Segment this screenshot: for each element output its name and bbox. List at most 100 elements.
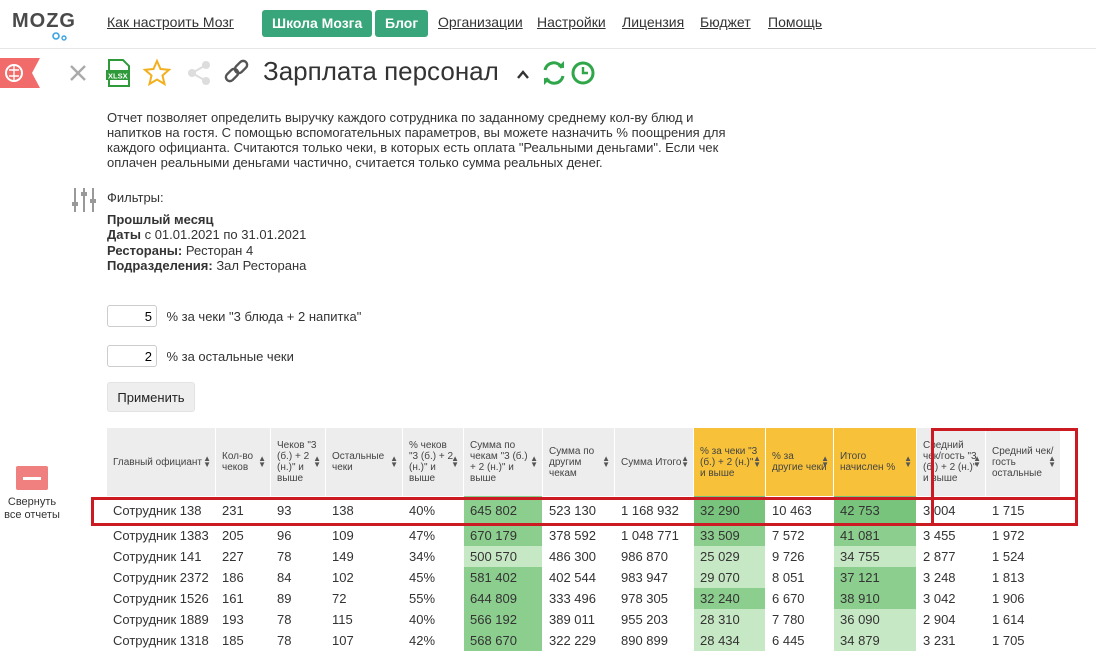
cell-total-percent: 34 879 <box>833 630 917 651</box>
cell-sum-3-2: 670 179 <box>463 525 543 546</box>
filters-panel: Фильтры: Прошлый месяц Даты с 01.01.2021… <box>107 190 306 274</box>
cell-checks-3-2: 78 <box>270 546 326 567</box>
filters-icon[interactable] <box>70 186 98 214</box>
chevron-up-icon <box>517 70 529 79</box>
nav-link-organizations[interactable]: Организации <box>438 14 523 30</box>
filter-divisions-label: Подразделения: <box>107 258 213 273</box>
filter-divisions-value: Зал Ресторана <box>212 258 307 273</box>
cell-checks-3-2: 89 <box>270 588 326 609</box>
cell-percent-3-2: 32 240 <box>693 588 766 609</box>
mozg-logo[interactable]: MOZG <box>12 8 75 41</box>
cell-employee: Сотрудник 2372 <box>107 567 216 588</box>
column-header[interactable]: Итого начислен % ▲ ▼ <box>833 428 917 496</box>
cell-avg-other: 1 705 <box>985 630 1061 651</box>
main-checks-percent-input[interactable] <box>107 305 157 327</box>
history-button[interactable] <box>570 58 598 88</box>
cell-sum-3-2: 568 670 <box>463 630 543 651</box>
column-header[interactable]: Кол-во чеков ▲ ▼ <box>215 428 271 496</box>
table-row: Сотрудник 1383 205 96 109 47% 670 179 37… <box>107 525 1061 546</box>
collapse-all-reports-button[interactable]: Свернуть все отчеты <box>0 466 64 522</box>
report-description: Отчет позволяет определить выручку каждо… <box>107 110 726 170</box>
cell-sum-3-2: 581 402 <box>463 567 543 588</box>
brain-menu-flag[interactable] <box>0 58 40 88</box>
cell-percent-checks: 42% <box>402 630 464 651</box>
close-report-button[interactable] <box>68 58 88 88</box>
refresh-icon <box>543 61 565 85</box>
cell-total-percent: 38 910 <box>833 588 917 609</box>
table-row: Сотрудник 1318 185 78 107 42% 568 670 32… <box>107 630 1061 651</box>
cell-checks: 185 <box>215 630 271 651</box>
cell-sum-total: 978 305 <box>614 588 694 609</box>
column-header[interactable]: % за другие чеки ▲ ▼ <box>765 428 834 496</box>
cell-other-checks: 109 <box>325 525 403 546</box>
param-main-checks: % за чеки "3 блюда + 2 напитка" <box>107 305 361 329</box>
copy-link-button[interactable] <box>222 58 252 88</box>
cell-avg-other: 1 524 <box>985 546 1061 567</box>
cell-avg-3-2: 2 877 <box>916 546 986 567</box>
nav-link-settings[interactable]: Настройки <box>537 14 606 30</box>
nav-link-budget[interactable]: Бюджет <box>700 14 751 30</box>
cell-checks: 227 <box>215 546 271 567</box>
column-header[interactable]: Сумма Итого ▲ ▼ <box>614 428 694 496</box>
cell-percent-other: 7 572 <box>765 525 834 546</box>
cell-employee: Сотрудник 1889 <box>107 609 216 630</box>
close-icon <box>70 65 86 81</box>
cell-total-percent: 36 090 <box>833 609 917 630</box>
top-navigation-bar: MOZG Как настроить Мозг Школа Мозга Блог… <box>0 0 1096 49</box>
favorite-button[interactable] <box>142 58 172 88</box>
highlight-row-annotation <box>91 497 1078 526</box>
cell-percent-other: 9 726 <box>765 546 834 567</box>
column-header[interactable]: Чеков "3 (б.) + 2 (н.)" и выше ▲ ▼ <box>270 428 326 496</box>
cell-percent-checks: 47% <box>402 525 464 546</box>
cell-percent-checks: 45% <box>402 567 464 588</box>
cell-percent-checks: 55% <box>402 588 464 609</box>
column-header[interactable]: Сумма по чекам "3 (б.) + 2 (н.)" и выше ▲… <box>463 428 543 496</box>
share-icon <box>188 61 210 85</box>
report-title: Зарплата персонал <box>263 56 499 86</box>
nav-link-help[interactable]: Помощь <box>768 14 822 30</box>
clock-icon <box>571 61 595 85</box>
cell-percent-checks: 34% <box>402 546 464 567</box>
table-row: Сотрудник 1526 161 89 72 55% 644 809 333… <box>107 588 1061 609</box>
column-header[interactable]: Главный официант ▲ ▼ <box>107 428 216 496</box>
nav-link-how-to-setup[interactable]: Как настроить Мозг <box>107 14 234 30</box>
nav-link-license[interactable]: Лицензия <box>622 14 684 30</box>
cell-employee: Сотрудник 1526 <box>107 588 216 609</box>
export-xlsx-button[interactable]: XLSX <box>106 58 132 88</box>
apply-button[interactable]: Применить <box>107 382 195 412</box>
cell-sum-total: 890 899 <box>614 630 694 651</box>
filter-restaurants-value: Ресторан 4 <box>182 242 254 258</box>
column-header[interactable]: Сумма по другим чекам ▲ ▼ <box>542 428 615 496</box>
cell-avg-3-2: 2 904 <box>916 609 986 630</box>
cell-avg-other: 1 614 <box>985 609 1061 630</box>
star-icon <box>142 58 172 87</box>
cell-sum-other: 486 300 <box>542 546 615 567</box>
column-header[interactable]: % чеков "3 (б.) + 2 (н.)" и выше ▲ ▼ <box>402 428 464 496</box>
cell-other-checks: 72 <box>325 588 403 609</box>
collapse-title-button[interactable] <box>514 60 532 90</box>
cell-avg-3-2: 3 248 <box>916 567 986 588</box>
cell-avg-other: 1 972 <box>985 525 1061 546</box>
nav-button-school[interactable]: Школа Мозга <box>262 10 373 37</box>
cell-percent-3-2: 28 310 <box>693 609 766 630</box>
refresh-button[interactable] <box>540 58 568 88</box>
cell-checks-3-2: 78 <box>270 609 326 630</box>
share-button[interactable] <box>186 58 214 88</box>
sort-icon: ▲ ▼ <box>258 454 266 469</box>
xlsx-label: XLSX <box>108 72 128 81</box>
other-checks-percent-input[interactable] <box>107 345 157 367</box>
filter-dates-label: Даты <box>107 227 141 242</box>
report-table: Главный официант ▲ ▼ Кол-во чеков ▲ ▼ Чеков … <box>107 428 1061 651</box>
column-header[interactable]: Остальные чеки ▲ ▼ <box>325 428 403 496</box>
brain-icon <box>5 64 23 82</box>
nav-button-blog[interactable]: Блог <box>375 10 429 37</box>
cell-percent-other: 6 670 <box>765 588 834 609</box>
cell-sum-total: 983 947 <box>614 567 694 588</box>
sort-icon: ▲ ▼ <box>530 454 538 469</box>
column-header[interactable]: % за чеки "3 (б.) + 2 (н.)" и выше ▲ ▼ <box>693 428 766 496</box>
cell-sum-total: 986 870 <box>614 546 694 567</box>
cell-sum-other: 378 592 <box>542 525 615 546</box>
cell-sum-total: 1 048 771 <box>614 525 694 546</box>
cell-total-percent: 41 081 <box>833 525 917 546</box>
sort-icon: ▲ ▼ <box>753 454 761 469</box>
